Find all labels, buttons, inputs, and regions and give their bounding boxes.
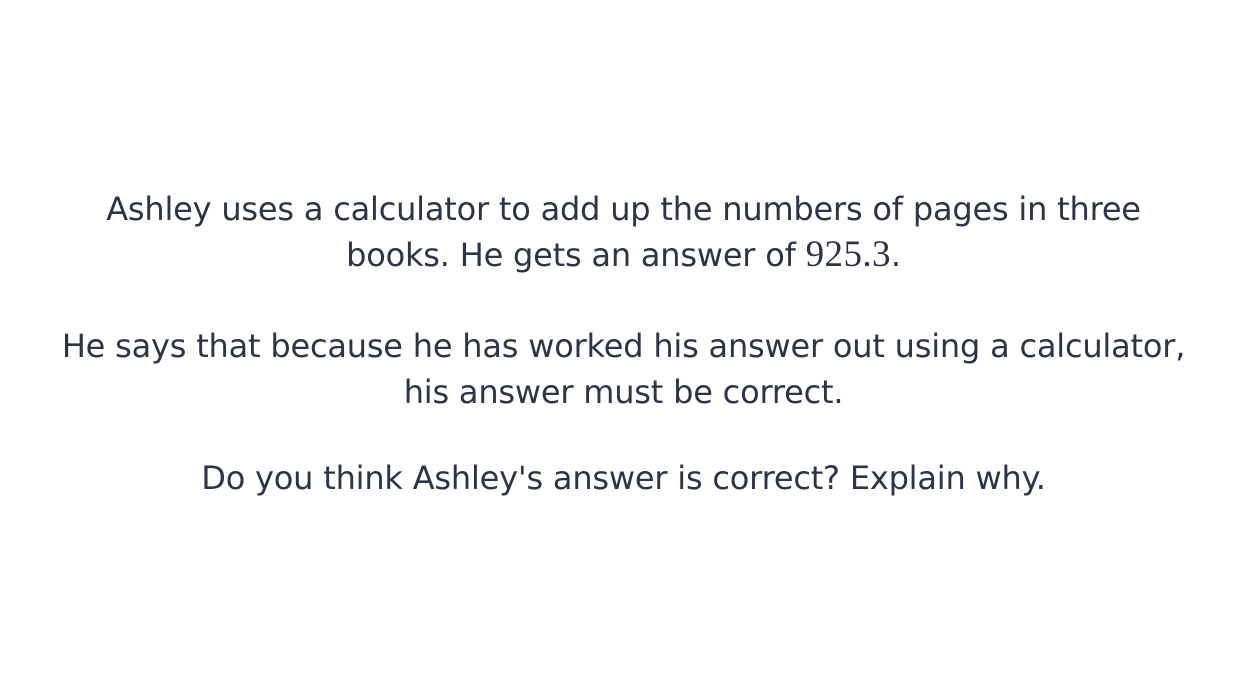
context-line-1: Ashley uses a calculator to add up the n…	[106, 190, 1141, 228]
claim-line-2: his answer must be correct.	[403, 373, 844, 411]
question-paragraph-prompt: Do you think Ashley's answer is correct?…	[0, 455, 1247, 501]
question-paragraph-context: Ashley uses a calculator to add up the n…	[0, 186, 1247, 278]
prompt-line-1: Do you think Ashley's answer is correct?…	[201, 459, 1046, 497]
question-paragraph-claim: He says that because he has worked his a…	[0, 323, 1247, 415]
context-line-2: books. He gets an answer of 925.3.	[0, 232, 1247, 278]
context-line-2-suffix: .	[890, 236, 901, 274]
context-line-2-prefix: books. He gets an answer of	[346, 236, 806, 274]
claim-line-1: He says that because he has worked his a…	[61, 327, 1186, 365]
answer-value: 925.3	[805, 234, 891, 275]
question-text: Ashley uses a calculator to add up the n…	[0, 186, 1247, 501]
